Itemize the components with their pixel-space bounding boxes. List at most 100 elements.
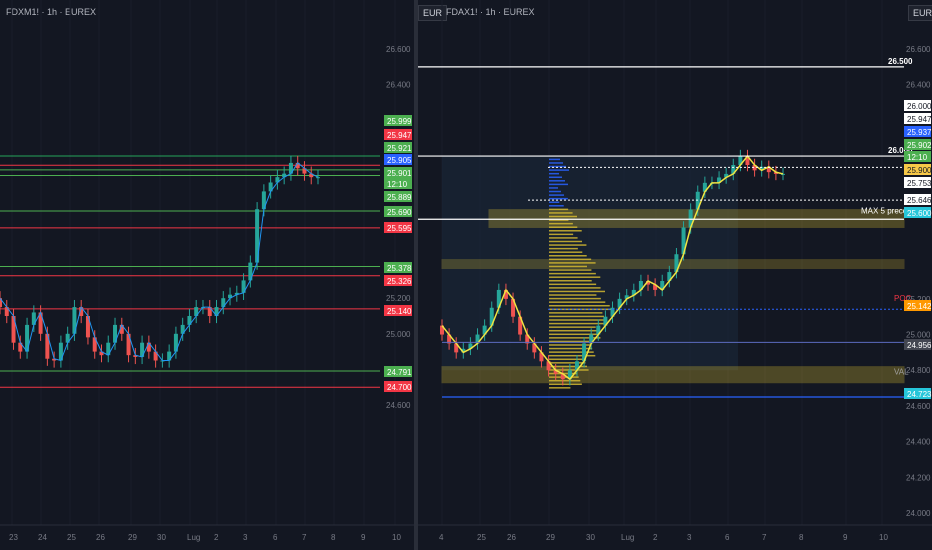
right-time-tick: 29 — [546, 533, 555, 542]
left-chart-panel[interactable]: FDXM1! · 1h · EUREX 26.60026.40026.20025… — [0, 0, 414, 550]
left-price-label: 24.700 — [384, 381, 412, 392]
right-volume-profile-bar — [549, 197, 568, 200]
left-price-label-text: 25.595 — [387, 224, 412, 233]
left-price-label: 25.947 — [384, 129, 412, 140]
right-volume-profile-bar — [549, 255, 587, 257]
right-price-label: 26.000 — [904, 100, 932, 111]
left-price-label-text: 24.791 — [387, 368, 412, 377]
right-volume-profile-bar — [549, 205, 564, 207]
right-volume-profile-bar — [549, 269, 592, 271]
right-volume-profile-bar — [549, 240, 582, 243]
right-zone-mid — [441, 259, 905, 270]
left-price-label-text: 25.921 — [387, 144, 412, 153]
right-volume-profile-bar — [549, 247, 578, 250]
left-price-label: 25.378 — [384, 262, 412, 273]
right-volume-profile-bar — [549, 304, 610, 307]
right-price-label-text: 24.723 — [907, 390, 932, 399]
left-price-tick: 24.600 — [386, 401, 411, 410]
right-volume-profile-bar — [549, 383, 582, 386]
right-time-tick: 10 — [879, 533, 888, 542]
right-chart-panel[interactable]: EUR FDAX1! · 1h · EUREX EUR 26.500 26.000… — [418, 0, 932, 550]
left-time-tick: 10 — [392, 533, 401, 542]
right-volume-profile-bar — [549, 194, 564, 196]
left-price-tick: 25.200 — [386, 294, 411, 303]
right-volume-profile-bar — [549, 387, 571, 389]
right-time-tick: 26 — [507, 533, 516, 542]
right-volume-profile-bar — [549, 297, 601, 300]
left-price-label: 25.595 — [384, 222, 412, 233]
right-volume-profile-bar — [549, 379, 581, 382]
left-chart-svg[interactable]: 26.60026.40026.20025.20025.00024.80024.6… — [0, 0, 414, 550]
right-price-tick: 24.600 — [906, 402, 931, 411]
left-price-label: 25.999 — [384, 115, 412, 126]
right-line-26500-label: 26.500 — [888, 57, 913, 66]
left-price-label: 12:10 — [384, 178, 412, 189]
left-time-tick: 26 — [96, 533, 105, 542]
right-price-label: 25.947 — [904, 113, 932, 124]
right-price-label-text: 26.000 — [907, 102, 932, 111]
left-time-tick: 8 — [331, 533, 336, 542]
right-price-tick: 26.600 — [906, 45, 931, 54]
right-price-label: 25.753 — [904, 177, 932, 188]
right-volume-profile-bar — [549, 276, 601, 278]
left-time-tick: 2 — [214, 533, 219, 542]
left-price-label-text: 25.905 — [387, 156, 412, 165]
left-time-tick: 6 — [273, 533, 278, 542]
right-price-label: 24.723 — [904, 388, 932, 399]
left-price-tick: 26.400 — [386, 81, 411, 90]
left-price-label-text: 25.947 — [387, 131, 412, 140]
right-time-tick: 8 — [799, 533, 804, 542]
right-volume-profile-bar — [549, 208, 569, 211]
left-time-tick: 30 — [157, 533, 166, 542]
left-price-label-text: 24.700 — [387, 383, 412, 392]
right-volume-profile-bar — [549, 244, 587, 246]
right-volume-profile-bar — [549, 212, 573, 214]
right-volume-profile-bar — [549, 312, 603, 314]
right-chart-svg[interactable]: 26.50026.000MAX 5 precedentiPOCVAL 26.60… — [418, 0, 932, 550]
right-price-label-text: 24.956 — [907, 341, 932, 350]
right-price-label-text: 25.947 — [907, 115, 932, 124]
right-price-label: 25.600 — [904, 207, 932, 218]
left-price-label-text: 25.140 — [387, 307, 412, 316]
right-volume-profile-bar — [549, 190, 561, 193]
right-price-label: 25.937 — [904, 126, 932, 137]
right-price-label-text: 25.900 — [907, 166, 932, 175]
right-volume-profile-bar — [549, 265, 587, 268]
right-price-label-text: 25.902 — [907, 141, 932, 150]
right-volume-profile-bar — [549, 251, 583, 253]
right-price-label-text: 25.646 — [907, 196, 932, 205]
right-time-tick: 4 — [439, 533, 444, 542]
left-time-tick: 9 — [361, 533, 366, 542]
right-volume-profile-bar — [549, 180, 565, 182]
left-time-tick: 23 — [9, 533, 18, 542]
left-price-label-text: 25.378 — [387, 264, 412, 273]
right-price-label: 25.900 — [904, 164, 932, 175]
right-volume-profile-bar — [549, 233, 574, 236]
right-volume-profile-bar — [549, 222, 573, 225]
left-time-tick: 3 — [243, 533, 248, 542]
left-time-tick: 24 — [38, 533, 47, 542]
right-volume-profile-bar — [549, 237, 578, 239]
right-volume-profile-bar — [549, 294, 597, 296]
right-price-label-text: 25.753 — [907, 179, 932, 188]
right-volume-profile-bar — [549, 329, 598, 332]
right-volume-profile-bar — [549, 262, 596, 264]
left-price-label-text: 25.901 — [387, 169, 412, 178]
right-price-label: 12:10 — [904, 151, 931, 162]
right-price-label-text: 12:10 — [907, 153, 928, 162]
left-price-label-text: 12:10 — [387, 180, 408, 189]
right-time-tick: 30 — [586, 533, 595, 542]
right-price-label: 25.902 — [904, 139, 932, 150]
right-volume-profile-bar — [549, 315, 604, 318]
left-price-label: 25.921 — [384, 142, 412, 153]
right-volume-profile-bar — [549, 358, 584, 361]
left-price-label: 25.905 — [384, 154, 412, 165]
left-price-label: 25.140 — [384, 305, 412, 316]
left-candle-body — [316, 177, 320, 179]
right-price-tick: 24.000 — [906, 509, 931, 518]
right-volume-profile-bar — [549, 319, 606, 321]
right-volume-profile-bar — [549, 326, 596, 328]
right-volume-profile-bar — [549, 172, 559, 175]
left-time-tick: Lug — [187, 533, 200, 542]
right-volume-profile-bar — [549, 176, 562, 178]
